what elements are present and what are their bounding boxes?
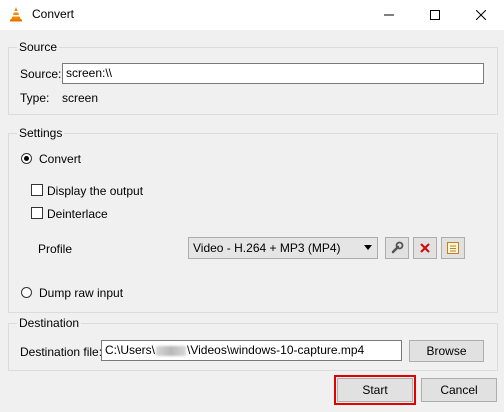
vlc-cone-icon — [10, 7, 22, 22]
minimize-icon — [384, 14, 394, 16]
maximize-button[interactable] — [412, 0, 458, 30]
new-profile-icon — [447, 242, 459, 254]
destination-file-label: Destination file: — [20, 345, 103, 359]
destination-file-input[interactable]: C:\Users\ \Videos\windows-10-capture.mp4 — [101, 340, 402, 361]
chevron-down-icon — [364, 245, 372, 250]
destination-path-suffix: \Videos\windows-10-capture.mp4 — [187, 343, 365, 357]
delete-icon — [420, 243, 430, 253]
window-title: Convert — [32, 7, 75, 21]
source-label: Source: — [20, 67, 62, 81]
delete-profile-button[interactable] — [413, 237, 437, 259]
display-output-label[interactable]: Display the output — [47, 184, 143, 198]
dump-raw-radio[interactable] — [21, 287, 32, 298]
profile-label: Profile — [38, 242, 73, 256]
browse-button[interactable]: Browse — [409, 340, 484, 362]
redacted-username — [156, 345, 187, 356]
cancel-button[interactable]: Cancel — [421, 378, 497, 402]
type-value: screen — [62, 91, 99, 105]
deinterlace-label[interactable]: Deinterlace — [47, 207, 108, 221]
profile-select-value: Video - H.264 + MP3 (MP4) — [193, 241, 341, 255]
minimize-button[interactable] — [366, 0, 412, 30]
dump-raw-label[interactable]: Dump raw input — [39, 286, 123, 300]
convert-label[interactable]: Convert — [39, 152, 81, 166]
maximize-icon — [430, 10, 440, 20]
source-input[interactable]: screen:\\ — [62, 63, 484, 84]
edit-profile-button[interactable] — [385, 237, 409, 259]
settings-group-label: Settings — [17, 126, 65, 140]
title-bar[interactable]: Convert — [0, 0, 504, 30]
new-profile-button[interactable] — [441, 237, 465, 259]
close-button[interactable] — [458, 0, 504, 30]
destination-group-label: Destination — [17, 316, 82, 330]
type-label: Type: — [20, 91, 50, 105]
display-output-checkbox[interactable] — [31, 184, 43, 196]
close-icon — [476, 10, 486, 20]
wrench-icon — [391, 241, 404, 254]
profile-select[interactable]: Video - H.264 + MP3 (MP4) — [188, 237, 378, 259]
convert-radio[interactable] — [21, 153, 32, 164]
deinterlace-checkbox[interactable] — [31, 207, 43, 219]
start-button[interactable]: Start — [337, 378, 413, 402]
destination-path-prefix: C:\Users\ — [105, 343, 156, 357]
source-group-label: Source — [17, 40, 60, 54]
